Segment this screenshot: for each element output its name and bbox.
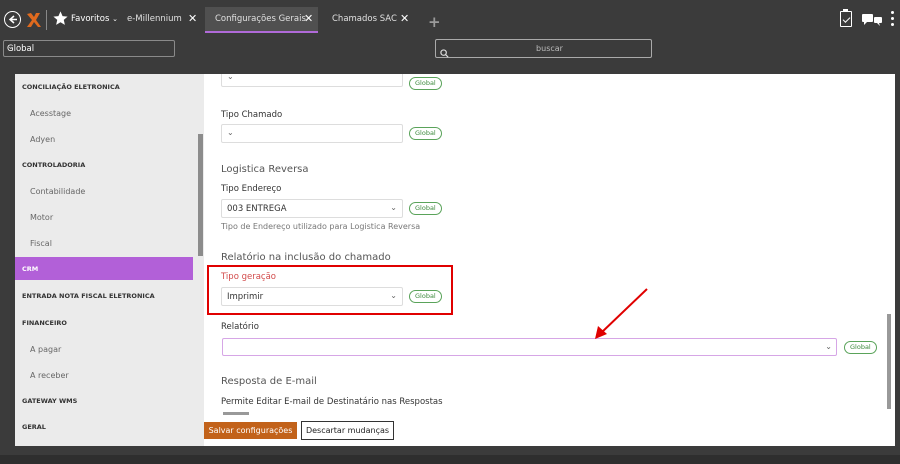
sidebar: CONCILIAÇÃO ELETRONICA Acesstage Adyen C…	[15, 74, 204, 446]
clipboard-icon[interactable]	[840, 9, 852, 27]
sidebar-item-crm[interactable]: CRM	[15, 257, 193, 280]
tipo-chamado-label: Tipo Chamado	[221, 110, 283, 120]
sidebar-item-label: CRM	[22, 265, 39, 273]
email-section-title: Resposta de E-mail	[221, 376, 317, 387]
global-badge: Global	[844, 341, 877, 354]
sidebar-item-fiscal[interactable]: Fiscal	[15, 230, 193, 256]
close-icon[interactable]: ✕	[400, 12, 409, 25]
global-badge: Global	[409, 127, 442, 140]
sidebar-item-a-receber[interactable]: A receber	[15, 362, 193, 388]
chevron-down-icon: ⌄	[112, 15, 118, 23]
favorites-label: Favoritos	[71, 14, 110, 24]
tipo-endereco-select[interactable]: 003 ENTREGA ⌄	[221, 199, 403, 218]
chevron-down-icon: ⌄	[227, 74, 234, 81]
tipo-endereco-value: 003 ENTREGA	[227, 204, 287, 214]
tipo-endereco-help: Tipo de Endereço utilizado para Logistic…	[221, 222, 421, 231]
sidebar-item-gateway-wms[interactable]: GATEWAY WMS	[15, 388, 193, 414]
sidebar-item-a-pagar[interactable]: A pagar	[15, 336, 193, 362]
close-icon[interactable]: ✕	[188, 12, 197, 25]
relatorio-label: Relatório	[221, 322, 259, 332]
sidebar-item-financeiro[interactable]: FINANCEIRO	[15, 310, 193, 336]
sidebar-item-label: Fiscal	[30, 239, 52, 248]
chevron-down-icon: ⌄	[390, 291, 397, 300]
sidebar-item-label: Motor	[30, 213, 54, 222]
tipo-geracao-select[interactable]: Imprimir ⌄	[221, 287, 403, 306]
sidebar-item-label: Acesstage	[30, 109, 72, 118]
sidebar-item-label: A pagar	[30, 345, 62, 354]
top-bar: Favoritos ⌄ e-Millennium ✕ Configurações…	[0, 0, 900, 38]
chevron-down-icon: ⌄	[825, 342, 832, 351]
tipo-endereco-label: Tipo Endereço	[221, 184, 282, 194]
global-badge: Global	[409, 202, 442, 215]
scope-select[interactable]: Global ⌄	[3, 40, 175, 57]
close-icon[interactable]: ✕	[304, 12, 313, 25]
sidebar-item-label: GERAL	[22, 423, 46, 431]
sidebar-item-label: CONCILIAÇÃO ELETRONICA	[22, 83, 120, 91]
add-tab-icon[interactable]: +	[428, 13, 441, 31]
settings-panel: ⌄ Global Tipo Chamado ⌄ Global Logistica…	[204, 74, 895, 446]
tipo-chamado-select[interactable]: ⌄	[221, 124, 403, 143]
tipo-geracao-value: Imprimir	[227, 292, 264, 302]
more-menu-icon[interactable]	[891, 11, 895, 27]
sidebar-item-controladoria[interactable]: CONTROLADORIA	[15, 152, 193, 178]
logo-icon	[26, 10, 42, 30]
tab-e-millennium[interactable]: e-Millennium ✕	[127, 7, 202, 33]
status-strip	[0, 455, 900, 464]
star-icon[interactable]	[52, 10, 69, 31]
app-window: Favoritos ⌄ e-Millennium ✕ Configurações…	[0, 0, 900, 464]
sidebar-item-geral[interactable]: GERAL	[15, 414, 193, 440]
permite-editar-toggle[interactable]	[223, 412, 249, 415]
back-icon[interactable]	[4, 11, 21, 28]
tab-label: Chamados SAC	[332, 14, 397, 24]
search-icon	[440, 43, 449, 62]
chevron-down-icon: ⌄	[390, 203, 397, 212]
permite-editar-label: Permite Editar E-mail de Destinatário na…	[221, 397, 443, 407]
sidebar-item-label: ENTRADA NOTA FISCAL ELETRONICA	[22, 292, 155, 300]
sidebar-item-label: GATEWAY WMS	[22, 397, 78, 405]
sidebar-scrollbar[interactable]	[198, 134, 203, 256]
chevron-down-icon: ⌄	[227, 128, 234, 137]
sidebar-item-label: Contabilidade	[30, 187, 86, 196]
sidebar-item-entrada-nfe[interactable]: ENTRADA NOTA FISCAL ELETRONICA	[15, 283, 193, 309]
sidebar-item-contabilidade[interactable]: Contabilidade	[15, 178, 193, 204]
sidebar-item-acesstage[interactable]: Acesstage	[15, 100, 193, 126]
relatorio-section-title: Relatório na inclusão do chamado	[221, 252, 391, 263]
chevron-down-icon: ⌄	[7, 42, 15, 52]
logistica-section-title: Logistica Reversa	[221, 164, 309, 175]
sidebar-item-motor[interactable]: Motor	[15, 204, 193, 230]
divider	[46, 10, 47, 30]
partial-select[interactable]: ⌄	[221, 74, 403, 87]
sidebar-item-label: Adyen	[30, 135, 56, 144]
favorites-menu[interactable]: Favoritos ⌄	[71, 14, 118, 24]
search-input[interactable]	[452, 41, 647, 56]
sidebar-item-label: CONTROLADORIA	[22, 161, 86, 169]
search-box[interactable]	[435, 39, 652, 58]
tab-label: e-Millennium	[127, 14, 182, 24]
relatorio-select[interactable]: ⌄	[222, 338, 837, 356]
global-badge: Global	[409, 77, 442, 90]
chat-icon[interactable]	[862, 12, 882, 26]
discard-button[interactable]: Descartar mudanças	[301, 421, 394, 440]
tab-label: Configurações Gerais	[215, 14, 306, 24]
global-badge: Global	[409, 290, 442, 303]
tipo-geracao-label: Tipo geração	[221, 272, 277, 282]
save-button[interactable]: Salvar configurações	[204, 422, 297, 439]
sidebar-item-label: FINANCEIRO	[22, 319, 67, 327]
sidebar-item-conciliacao[interactable]: CONCILIAÇÃO ELETRONICA	[15, 74, 193, 100]
arrow-annotation	[595, 288, 648, 339]
content-scrollbar[interactable]	[887, 314, 891, 409]
tab-chamados-sac[interactable]: Chamados SAC ✕	[332, 7, 412, 33]
sidebar-item-adyen[interactable]: Adyen	[15, 126, 193, 152]
sidebar-item-label: A receber	[30, 371, 69, 380]
tab-configuracoes-gerais[interactable]: Configurações Gerais ✕	[205, 7, 318, 33]
